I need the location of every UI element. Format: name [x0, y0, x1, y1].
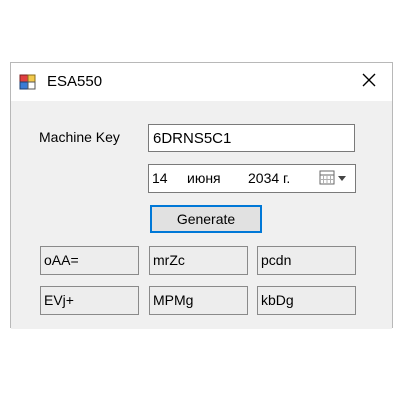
date-month[interactable]: июня	[187, 170, 221, 186]
generate-button[interactable]: Generate	[150, 205, 262, 233]
result-field: oAA=	[40, 246, 139, 275]
result-field: mrZc	[149, 246, 248, 275]
close-button[interactable]	[352, 67, 386, 97]
date-year[interactable]: 2034 г.	[248, 170, 290, 186]
main-window: ESA550 Machine Key 14 июня 2034 г.	[10, 62, 393, 329]
calendar-dropdown-icon[interactable]	[319, 169, 349, 187]
machine-key-input[interactable]	[148, 124, 355, 152]
result-field: MPMg	[149, 286, 248, 315]
date-day[interactable]: 14	[152, 170, 168, 186]
result-field: kbDg	[257, 286, 356, 315]
result-field: EVj+	[40, 286, 139, 315]
app-icon	[19, 73, 37, 91]
close-icon	[361, 72, 377, 93]
title-bar[interactable]: ESA550	[11, 63, 392, 101]
date-picker[interactable]: 14 июня 2034 г.	[148, 164, 356, 193]
result-field: pcdn	[257, 246, 356, 275]
machine-key-label: Machine Key	[39, 129, 120, 145]
client-area: Machine Key 14 июня 2034 г. Generate oAA…	[11, 101, 392, 329]
window-title: ESA550	[47, 73, 103, 90]
